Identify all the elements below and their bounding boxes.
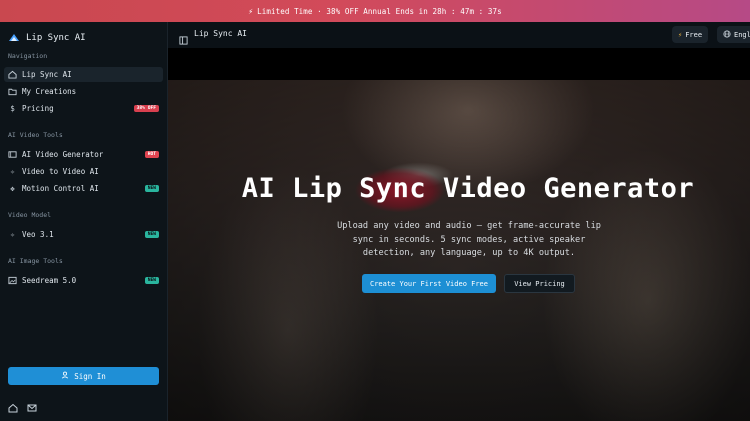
- section-label-ai-video-tools: AI Video Tools: [8, 131, 63, 139]
- home-icon[interactable]: [8, 403, 18, 413]
- hot-badge: HOT: [144, 151, 159, 158]
- sidebar-item-label: Pricing: [22, 104, 54, 113]
- sidebar-item-veo[interactable]: ✧ Veo 3.1 NEW: [4, 227, 163, 242]
- section-label-navigation: Navigation: [8, 52, 48, 60]
- new-badge: NEW: [144, 185, 159, 192]
- sign-in-button[interactable]: Sign In: [8, 367, 159, 385]
- sidebar-item-label: Motion Control AI: [22, 184, 99, 193]
- hero-title: AI Lip Sync Video Generator: [241, 173, 695, 204]
- view-pricing-button[interactable]: View Pricing: [504, 274, 575, 293]
- plan-badge-button[interactable]: ⚡ Free: [672, 26, 709, 43]
- sidebar-item-video-to-video-ai[interactable]: ✧ Video to Video AI: [4, 164, 163, 179]
- sidebar-item-pricing[interactable]: $ Pricing 38% OFF: [4, 101, 163, 116]
- new-badge: NEW: [144, 231, 159, 238]
- mail-icon[interactable]: [27, 403, 37, 413]
- top-bar: Lip Sync AI ⚡ Free English: [168, 22, 750, 48]
- section-label-ai-image-tools: AI Image Tools: [8, 257, 63, 265]
- image-icon: [8, 276, 17, 285]
- user-icon: [61, 371, 69, 381]
- sidebar-item-label: Veo 3.1: [22, 230, 54, 239]
- hero-top-strip: [168, 48, 750, 80]
- hero-section: AI Lip Sync Video Generator Upload any v…: [168, 48, 750, 421]
- sidebar-item-ai-video-generator[interactable]: AI Video Generator HOT: [4, 147, 163, 162]
- plan-label: Free: [685, 30, 703, 39]
- dollar-icon: $: [10, 104, 15, 113]
- folder-icon: [8, 87, 17, 96]
- bolt-icon: ⚡: [248, 6, 254, 16]
- promo-banner[interactable]: ⚡ Limited Time · 38% OFF Annual Ends in …: [0, 0, 750, 22]
- sidebar: Lip Sync AI Navigation Lip Sync AI My Cr…: [0, 22, 168, 421]
- page-title: Lip Sync AI: [194, 29, 247, 38]
- brand-name: Lip Sync AI: [26, 33, 86, 43]
- sidebar-item-motion-control-ai[interactable]: ✥ Motion Control AI NEW: [4, 181, 163, 196]
- language-selector[interactable]: English: [717, 26, 750, 43]
- sidebar-item-my-creations[interactable]: My Creations: [4, 84, 163, 99]
- move-icon: ✥: [10, 184, 15, 193]
- sidebar-item-label: AI Video Generator: [22, 150, 104, 159]
- brand[interactable]: Lip Sync AI: [8, 27, 86, 49]
- sign-in-label: Sign In: [74, 371, 106, 381]
- sidebar-item-lip-sync-ai[interactable]: Lip Sync AI: [4, 67, 163, 82]
- logo-icon: [8, 32, 20, 44]
- home-icon: [8, 70, 17, 79]
- sidebar-item-label: Lip Sync AI: [22, 70, 72, 79]
- sidebar-item-seedream[interactable]: Seedream 5.0 NEW: [4, 273, 163, 288]
- bolt-icon: ⚡: [678, 30, 683, 39]
- create-first-video-button[interactable]: Create Your First Video Free: [362, 274, 496, 293]
- globe-icon: [723, 29, 731, 40]
- sparkle-icon: ✧: [10, 167, 15, 176]
- new-badge: NEW: [144, 277, 159, 284]
- sidebar-footer: [8, 403, 37, 413]
- sidebar-item-label: Seedream 5.0: [22, 276, 77, 285]
- sidebar-item-label: My Creations: [22, 87, 77, 96]
- promo-text: Limited Time · 38% OFF Annual Ends in 28…: [257, 6, 502, 16]
- hero-subtitle: Upload any video and audio — get frame-a…: [337, 221, 601, 258]
- language-label: English: [734, 30, 750, 39]
- sparkle-icon: ✧: [10, 230, 15, 239]
- sidebar-item-label: Video to Video AI: [22, 167, 99, 176]
- film-icon: [8, 150, 17, 159]
- discount-badge: 38% OFF: [133, 105, 159, 112]
- sidebar-toggle-icon[interactable]: [179, 30, 188, 45]
- section-label-video-model: Video Model: [8, 211, 52, 219]
